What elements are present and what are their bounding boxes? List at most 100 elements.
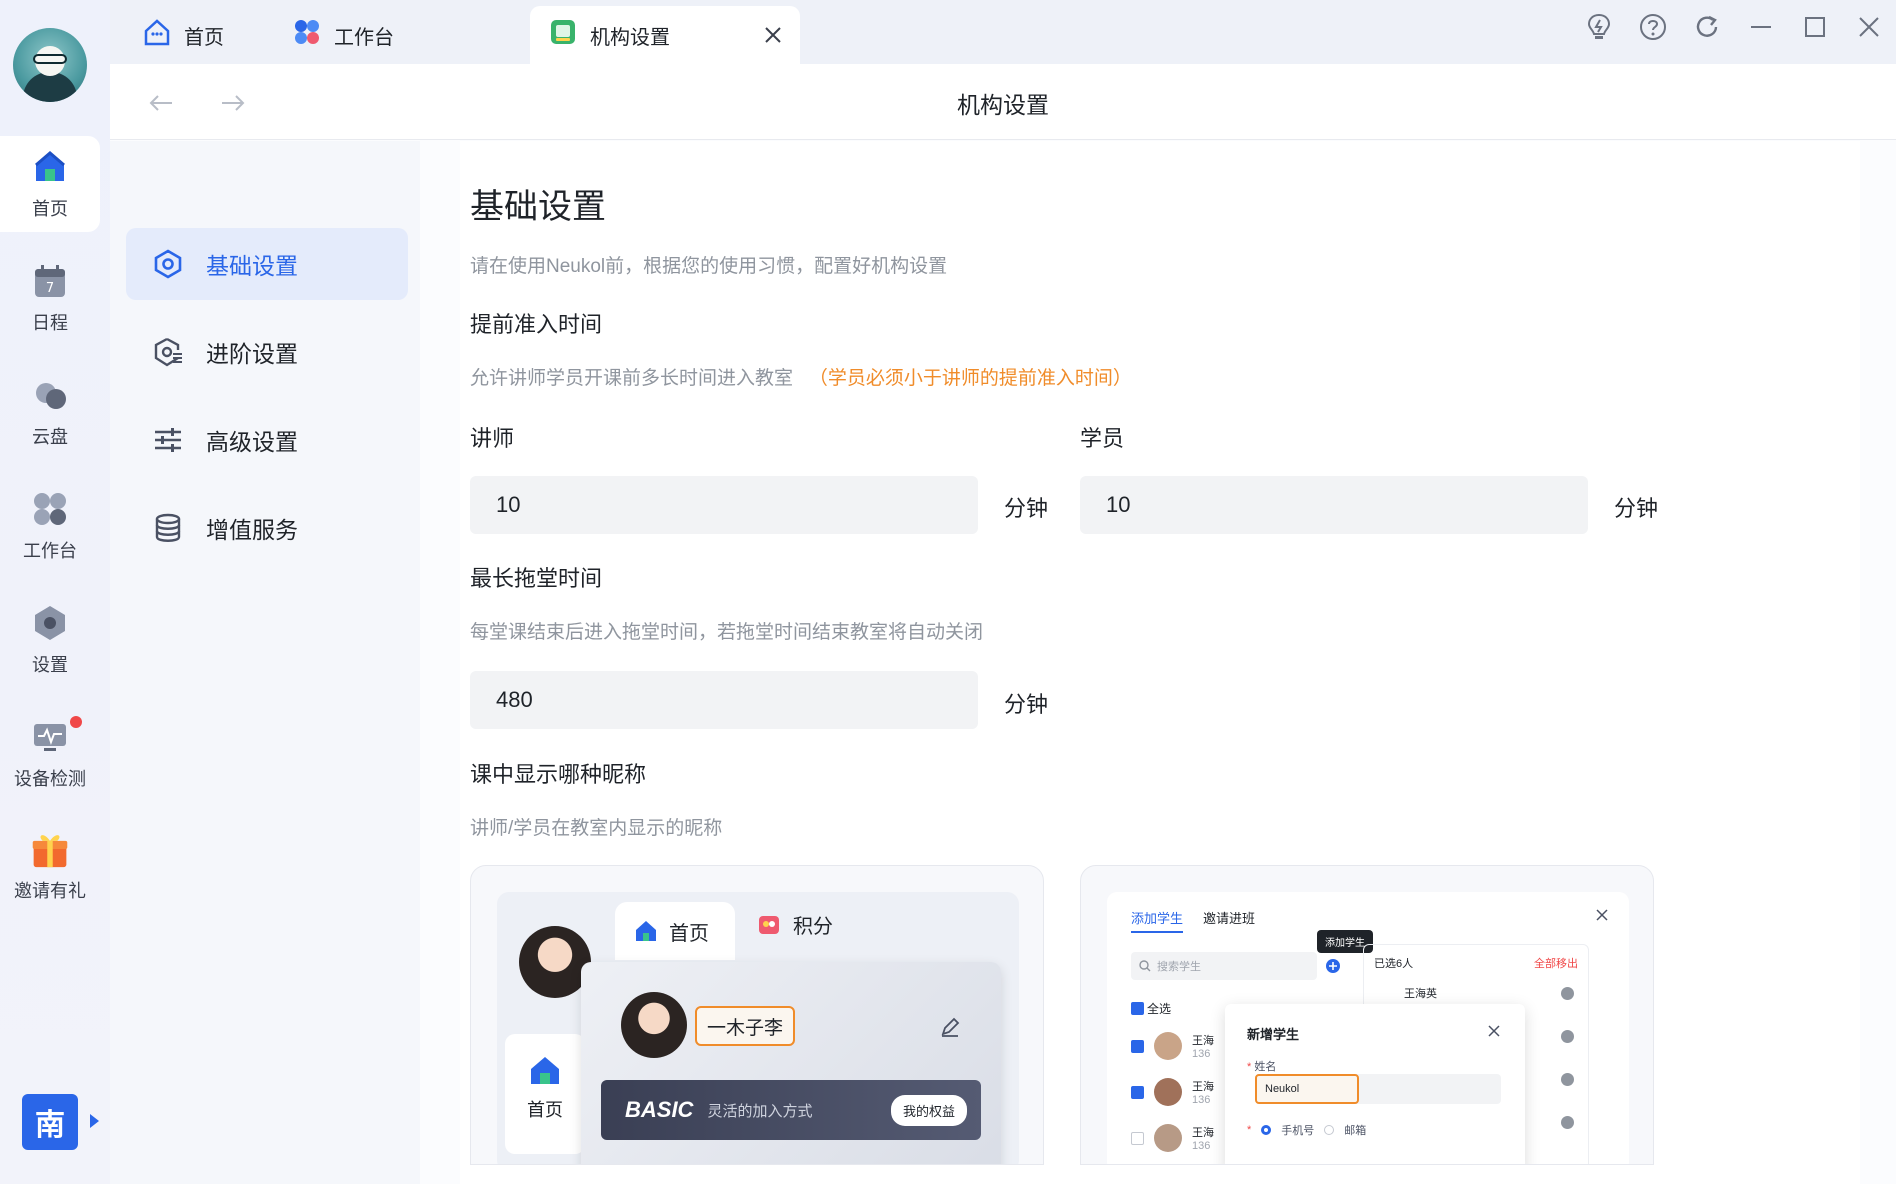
menu-item-basic[interactable]: 基础设置 bbox=[126, 228, 408, 300]
nickname-desc: 讲师/学员在教室内显示的昵称 bbox=[470, 818, 723, 839]
overtime-unit: 分钟 bbox=[1004, 692, 1049, 717]
preview-frame: 首页 积分 首页 一木子李 BASIC 灵活的加入方式 我的权益 bbox=[497, 892, 1019, 1164]
home-icon bbox=[636, 921, 656, 941]
student-avatar bbox=[1154, 1032, 1182, 1060]
student-avatar bbox=[1154, 1078, 1182, 1106]
radio-checked-icon bbox=[1261, 1125, 1272, 1135]
tab-bar: 首页 工作台 机构设置 bbox=[110, 0, 1896, 64]
menu-item-senior[interactable]: 高级设置 bbox=[126, 404, 408, 476]
close-window-icon[interactable] bbox=[1852, 8, 1886, 46]
rail-item-cloud[interactable]: 云盘 bbox=[0, 364, 100, 460]
menu-label: 进阶设置 bbox=[206, 341, 298, 367]
close-icon bbox=[1596, 909, 1608, 921]
overtime-input[interactable]: 480 bbox=[470, 671, 978, 729]
remove-icon bbox=[1561, 1116, 1574, 1129]
workbench-color-icon bbox=[292, 17, 322, 53]
rail-label: 云盘 bbox=[32, 427, 68, 447]
hex-list-icon bbox=[152, 336, 184, 368]
tab-home[interactable]: 首页 bbox=[124, 6, 254, 64]
close-tab-icon[interactable] bbox=[762, 24, 784, 46]
rail-label: 设置 bbox=[32, 655, 68, 675]
menu-item-advanced[interactable]: 进阶设置 bbox=[126, 316, 408, 388]
settings-side-menu: 基础设置 进阶设置 高级设置 增值服务 bbox=[110, 141, 420, 1184]
entry-time-title: 提前准入时间 bbox=[470, 312, 603, 337]
rail-label: 工作台 bbox=[23, 541, 77, 561]
notification-dot bbox=[70, 716, 82, 728]
student-label: 学员 bbox=[1080, 426, 1125, 451]
sliders-icon bbox=[152, 424, 184, 456]
teacher-entry-input[interactable]: 10 bbox=[470, 476, 978, 534]
radio-empty-icon bbox=[1324, 1125, 1335, 1135]
teacher-unit: 分钟 bbox=[1004, 496, 1049, 521]
dialog-name-highlight: Neukol bbox=[1255, 1074, 1359, 1104]
page-title: 机构设置 bbox=[957, 92, 1049, 118]
home-icon bbox=[30, 147, 70, 187]
rail-item-workbench[interactable]: 工作台 bbox=[0, 478, 100, 574]
expand-arrow-icon[interactable] bbox=[90, 1114, 99, 1128]
teacher-label: 讲师 bbox=[470, 426, 515, 451]
student-entry-input[interactable]: 10 bbox=[1080, 476, 1588, 534]
points-icon bbox=[759, 915, 779, 934]
tab-label: 机构设置 bbox=[590, 26, 670, 49]
user-avatar[interactable] bbox=[13, 28, 87, 102]
maximize-icon[interactable] bbox=[1798, 8, 1832, 46]
nickname-title: 课中显示哪种昵称 bbox=[470, 762, 647, 787]
org-switch-button[interactable]: 南 bbox=[22, 1094, 78, 1150]
student-avatar bbox=[1154, 1124, 1182, 1152]
edit-pencil-icon bbox=[941, 1017, 960, 1037]
home-outline-icon bbox=[142, 17, 172, 53]
table-row: 王海 136 bbox=[1131, 1124, 1214, 1152]
close-icon bbox=[1488, 1025, 1500, 1037]
section-heading: 基础设置 bbox=[470, 188, 606, 226]
checkbox-checked-icon bbox=[1131, 1085, 1144, 1099]
tab-label: 工作台 bbox=[334, 26, 394, 49]
remove-icon bbox=[1561, 987, 1574, 1000]
minimize-icon[interactable] bbox=[1744, 8, 1778, 46]
rail-label: 邀请有礼 bbox=[14, 881, 86, 901]
help-icon[interactable] bbox=[1636, 8, 1670, 46]
profile-popover: 一木子李 BASIC 灵活的加入方式 我的权益 bbox=[581, 962, 1001, 1164]
preview-tab-add: 添加学生 bbox=[1131, 908, 1184, 933]
refresh-icon[interactable] bbox=[1690, 8, 1724, 46]
overtime-desc: 每堂课结束后进入拖堂时间，若拖堂时间结束教室将自动关闭 bbox=[470, 622, 984, 643]
rail-item-device-check[interactable]: 设备检测 bbox=[0, 706, 100, 802]
preview-select-all: 全选 bbox=[1131, 1000, 1171, 1017]
preview-tab-invite: 邀请进班 bbox=[1203, 911, 1256, 926]
menu-label: 高级设置 bbox=[206, 429, 298, 455]
rail-item-settings[interactable]: 设置 bbox=[0, 592, 100, 688]
preview-tab-points: 积分 bbox=[757, 910, 833, 939]
page-navbar: 机构设置 bbox=[110, 64, 1896, 140]
preview-search: 搜索学生 bbox=[1131, 952, 1317, 980]
tab-workbench[interactable]: 工作台 bbox=[274, 6, 434, 64]
rail-item-home[interactable]: 首页 bbox=[0, 136, 100, 232]
menu-label: 基础设置 bbox=[206, 253, 298, 279]
rail-label: 首页 bbox=[32, 199, 68, 219]
student-dialog-preview: 添加学生 邀请进班 添加学生 搜索学生 全选 王海 136 王海 136 王海 … bbox=[1107, 892, 1629, 1164]
add-student-dialog: 新增学生 * 姓名 Neukol * 手机号 邮箱 bbox=[1225, 1004, 1525, 1164]
rail-item-invite[interactable]: 邀请有礼 bbox=[0, 818, 100, 914]
checkbox-empty-icon bbox=[1131, 1131, 1144, 1145]
benefit-button: 我的权益 bbox=[890, 1095, 967, 1126]
table-row: 王海 136 bbox=[1131, 1032, 1214, 1060]
menu-item-value-added[interactable]: 增值服务 bbox=[126, 492, 408, 564]
rail-item-schedule[interactable]: 7 日程 bbox=[0, 250, 100, 346]
calendar-day: 7 bbox=[46, 281, 54, 296]
entry-time-desc: 允许讲师学员开课前多长时间进入教室 （学员必须小于讲师的提前准入时间） bbox=[470, 368, 1132, 389]
left-rail: 首页 7 日程 云盘 工作台 设置 设备检测 邀请有礼 南 bbox=[0, 0, 110, 1184]
nickname-option-card-right[interactable]: 添加学生 邀请进班 添加学生 搜索学生 全选 王海 136 王海 136 王海 … bbox=[1080, 865, 1654, 1165]
calendar-icon: 7 bbox=[30, 261, 70, 301]
entry-warning: （学员必须小于讲师的提前准入时间） bbox=[808, 368, 1132, 389]
gift-icon bbox=[30, 829, 70, 869]
preview-side-home: 首页 bbox=[505, 1034, 585, 1154]
checkbox-checked-icon bbox=[1131, 1039, 1144, 1053]
nickname-highlight: 一木子李 bbox=[695, 1006, 796, 1046]
table-row: 王海 136 bbox=[1131, 1078, 1214, 1106]
rail-label: 设备检测 bbox=[14, 769, 86, 789]
lightbulb-icon[interactable] bbox=[1582, 8, 1616, 46]
tab-org-settings[interactable]: 机构设置 bbox=[530, 6, 800, 64]
nickname-option-card-left[interactable]: 首页 积分 首页 一木子李 BASIC 灵活的加入方式 我的权益 bbox=[470, 865, 1044, 1165]
intro-text: 请在使用Neukol前，根据您的使用习惯，配置好机构设置 bbox=[470, 256, 948, 277]
hex-settings-icon bbox=[152, 248, 184, 280]
workbench-icon bbox=[30, 489, 70, 529]
remove-icon bbox=[1561, 1030, 1574, 1043]
